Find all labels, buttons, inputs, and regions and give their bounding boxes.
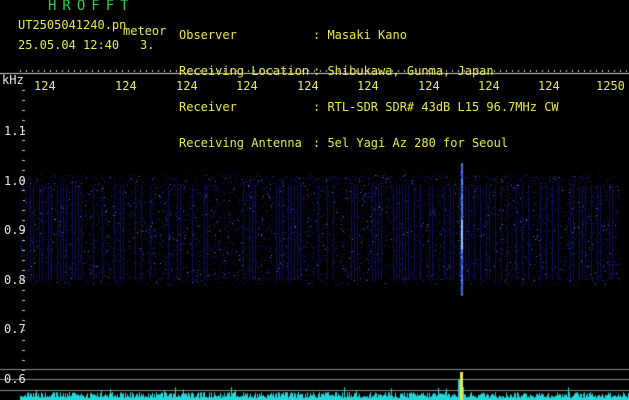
antenna-label: Receiving Antenna <box>179 136 302 150</box>
x-tick-label: 124 <box>418 79 440 93</box>
observer-value: : Masaki Kano <box>313 28 407 42</box>
location-value: : Shibukawa, Gunma, Japan <box>313 64 494 78</box>
y-tick-label: 0.7 <box>4 322 26 336</box>
frequency-unit-label: kHz <box>2 73 24 87</box>
y-tick-label: 0.6 <box>4 372 26 386</box>
app-title: HROFFT <box>48 0 135 14</box>
filename-label: UT2505041240.pn <box>18 18 127 32</box>
meteor-label: meteor <box>123 24 167 38</box>
y-tick-label: 1.1 <box>4 124 26 138</box>
receiver-value: : RTL-SDR SDR# 43dB L15 96.7MHz CW <box>313 100 559 114</box>
location-label: Receiving Location <box>179 64 310 78</box>
x-tick-label: 1250 <box>596 79 625 93</box>
x-tick-label: 124 <box>297 79 319 93</box>
y-tick-label: 0.9 <box>4 223 26 237</box>
x-tick-label: 124 <box>176 79 198 93</box>
receiver-label: Receiver <box>179 100 237 114</box>
x-tick-label: 124 <box>478 79 500 93</box>
x-tick-label: 124 <box>34 79 56 93</box>
observer-label: Observer <box>179 28 237 42</box>
datetime-label: 25.05.04 12:40 <box>18 38 120 52</box>
antenna-value: : 5el Yagi Az 280 for Seoul <box>313 136 509 150</box>
hrofft-window: HROFFT UT2505041240.pn meteor 25.05.04 1… <box>0 0 629 400</box>
x-tick-label: 124 <box>357 79 379 93</box>
x-tick-label: 124 <box>236 79 258 93</box>
count-label: 3. <box>140 38 155 52</box>
x-tick-label: 124 <box>115 79 137 93</box>
y-tick-label: 0.8 <box>4 273 26 287</box>
y-tick-label: 1.0 <box>4 174 26 188</box>
x-tick-label: 124 <box>538 79 560 93</box>
